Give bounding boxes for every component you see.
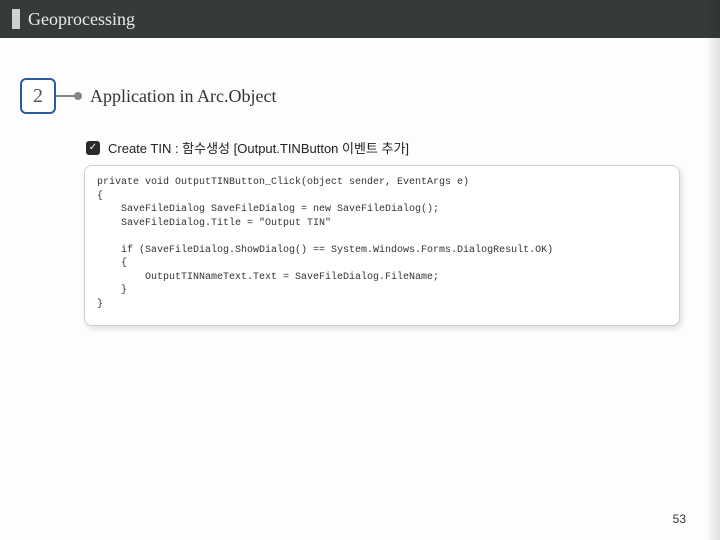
page-title: Geoprocessing <box>28 9 135 30</box>
code-block: private void OutputTINButton_Click(objec… <box>84 165 680 326</box>
section-row: 2 Application in Arc.Object <box>20 78 720 114</box>
right-shadow <box>706 0 720 540</box>
subsection-row: ✓ Create TIN : 함수생성 [Output.TINButton 이벤… <box>86 138 720 157</box>
section-title: Application in Arc.Object <box>90 86 276 107</box>
check-icon: ✓ <box>86 141 100 155</box>
page-number: 53 <box>673 512 686 526</box>
header-bar: Geoprocessing <box>0 0 720 38</box>
subsection-text: Create TIN : 함수생성 [Output.TINButton 이벤트 … <box>108 138 409 157</box>
connector-icon <box>56 95 80 97</box>
header-bullet-icon <box>12 9 20 29</box>
section-number-box: 2 <box>20 78 56 114</box>
